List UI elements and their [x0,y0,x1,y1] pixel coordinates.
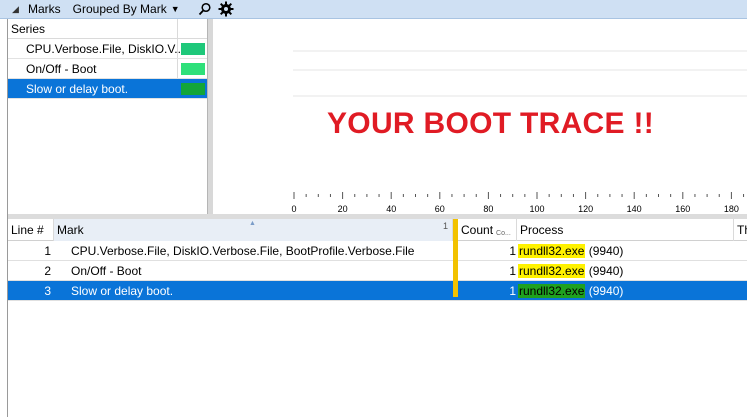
row-line-number: 3 [44,283,51,298]
graph-area[interactable]: 0 20 40 60 80 100 120 140 160 180 YOUR BOOT TRACE… [213,19,747,214]
series-color-cell [177,59,207,78]
column-header-line[interactable]: Line # [8,219,54,241]
axis-tick-label: 120 [578,204,593,214]
process-name-highlight: rundll32.exe [518,283,586,298]
series-color-cell [177,79,207,98]
process-name-highlight: rundll32.exe [518,263,586,278]
series-color-swatch[interactable] [181,82,205,95]
axis-tick-label: 140 [627,204,642,214]
row-line-number: 1 [44,243,51,258]
series-item-label: Slow or delay boot. [26,81,129,96]
row-count: 1 [509,283,516,298]
series-item-label: CPU.Verbose.File, DiskIO.V... [26,41,185,56]
marks-table: Line # Mark ▲ 1 Count Co... Process Th 1… [8,219,747,417]
process-pid: (9940) [588,263,624,278]
table-row[interactable]: 2 On/Off - Boot 1 rundll32.exe (9940) [8,261,747,281]
process-pid: (9940) [588,243,624,258]
axis-tick-label: 60 [435,204,445,214]
series-item-label: On/Off - Boot [26,61,97,76]
column-header-mark[interactable]: Mark ▲ 1 [54,219,453,241]
series-color-swatch[interactable] [181,42,205,55]
grouping-dropdown[interactable]: Grouped By Mark ▼ [73,2,180,16]
row-mark: Slow or delay boot. [71,283,174,298]
marks-title-bar: ◢ Marks Grouped By Mark ▼ [0,0,747,19]
series-item[interactable]: CPU.Verbose.File, DiskIO.V... [8,39,207,59]
row-mark: On/Off - Boot [71,263,142,278]
series-panel: Series CPU.Verbose.File, DiskIO.V... On/… [8,19,208,214]
boot-trace-annotation: YOUR BOOT TRACE !! [327,107,655,140]
series-color-cell [177,39,207,58]
row-process: rundll32.exe (9940) [518,261,623,280]
series-item-selected[interactable]: Slow or delay boot. [8,79,207,99]
column-header-process[interactable]: Process [517,219,734,241]
column-header-process-label: Process [520,223,564,237]
process-name-highlight: rundll32.exe [518,243,586,258]
process-pid: (9940) [588,283,624,298]
grouping-label: Grouped By Mark [72,2,167,16]
series-item[interactable]: On/Off - Boot [8,59,207,79]
search-icon[interactable] [198,2,212,16]
column-header-thread[interactable]: Th [734,219,747,241]
row-line-number: 2 [44,263,51,278]
left-edge-strip [0,19,8,417]
axis-tick-label: 100 [529,204,544,214]
series-color-swatch[interactable] [181,62,205,75]
series-header-label: Series [11,21,46,36]
axis-tick-label: 0 [291,204,296,214]
row-process: rundll32.exe (9940) [518,281,623,300]
sort-ascending-icon: ▲ [249,220,256,227]
row-count: 1 [509,243,516,258]
series-color-header [177,19,208,39]
row-process: rundll32.exe (9940) [518,241,623,260]
gear-icon[interactable] [218,1,234,17]
axis-tick-label: 180 [724,204,739,214]
panel-title: Marks [28,2,61,16]
series-header: Series [8,19,207,39]
row-mark: CPU.Verbose.File, DiskIO.Verbose.File, B… [71,243,415,258]
column-header-count-label: Count [461,223,494,237]
axis-tick-label: 40 [386,204,396,214]
column-divider-marker[interactable] [453,219,458,297]
axis-tick-label: 20 [338,204,348,214]
column-header-thread-label: Th [737,223,747,237]
column-header-count[interactable]: Count Co... [458,219,517,241]
row-count: 1 [509,263,516,278]
column-order-number: 1 [442,221,448,231]
axis-tick-label: 160 [675,204,690,214]
column-header-line-label: Line # [11,223,44,237]
collapse-triangle-icon[interactable]: ◢ [12,4,24,15]
column-header-count-sublabel: Co... [496,230,511,237]
axis-tick-label: 80 [483,204,493,214]
table-row-selected[interactable]: 3 Slow or delay boot. 1 rundll32.exe (99… [8,281,747,301]
chevron-down-icon: ▼ [170,4,180,14]
table-header: Line # Mark ▲ 1 Count Co... Process Th [8,219,747,241]
time-axis: 0 20 40 60 80 100 120 140 160 180 [291,192,745,214]
table-row[interactable]: 1 CPU.Verbose.File, DiskIO.Verbose.File,… [8,241,747,261]
column-header-mark-label: Mark [57,223,84,237]
